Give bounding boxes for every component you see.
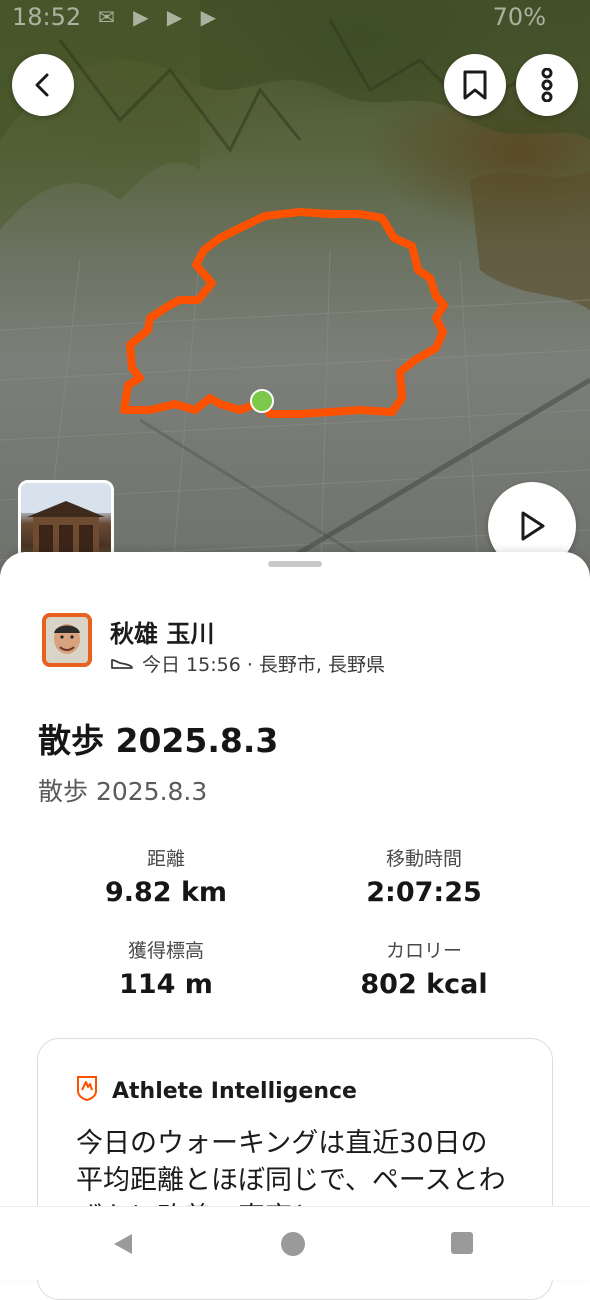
activity-description: 散歩 2025.8.3 [38, 777, 208, 806]
stat-calories: カロリー 802 kcal [294, 936, 554, 1000]
shoe-icon [111, 658, 133, 669]
avatar[interactable] [42, 613, 92, 667]
status-time: 18:52 [12, 3, 82, 31]
stat-value: 2:07:25 [366, 877, 482, 908]
start-marker [250, 389, 274, 413]
stat-elevation-gain: 獲得標高 114 m [36, 936, 296, 1000]
route-map[interactable]: 18:52 ✉ ▶ ▶ ▶ 70% [0, 0, 590, 600]
back-button[interactable] [12, 54, 74, 116]
play-icon [521, 511, 545, 541]
status-bar: 18:52 ✉ ▶ ▶ ▶ 70% [0, 0, 590, 34]
more-vertical-icon [541, 68, 553, 102]
bookmark-button[interactable] [444, 54, 506, 116]
activity-meta: 今日 15:56 · 長野市, 長野県 [110, 650, 385, 677]
athlete-name[interactable]: 秋雄 玉川 [110, 614, 214, 649]
battery-level: 70% [492, 3, 546, 31]
stat-label: 移動時間 [385, 848, 462, 870]
stat-value: 114 m [119, 969, 213, 1000]
more-options-button[interactable] [516, 54, 578, 116]
chevron-left-icon [35, 73, 49, 97]
athlete-avatar-image [42, 613, 92, 667]
stat-value: 802 kcal [360, 969, 488, 1000]
nav-back-icon[interactable] [110, 1231, 136, 1257]
notification-icons: ✉ ▶ ▶ ▶ [98, 5, 222, 29]
bookmark-icon [463, 70, 487, 100]
system-navigation-bar [0, 1206, 590, 1280]
activity-date-location: 今日 15:56 · 長野市, 長野県 [142, 654, 385, 676]
stat-label: 距離 [146, 848, 185, 870]
route-line [120, 208, 448, 418]
sheet-drag-handle[interactable] [268, 561, 322, 567]
nav-home-icon[interactable] [280, 1231, 306, 1257]
stat-distance: 距離 9.82 km [36, 844, 296, 908]
stat-label: カロリー [385, 940, 462, 962]
athlete-intelligence-icon [77, 1076, 97, 1101]
athlete-intelligence-title: Athlete Intelligence [112, 1079, 357, 1104]
stat-label: 獲得標高 [127, 940, 204, 962]
activity-title: 散歩 2025.8.3 [38, 721, 279, 760]
activity-details-sheet[interactable]: 秋雄 玉川 今日 15:56 · 長野市, 長野県 散歩 2025.8.3 散歩… [0, 552, 590, 1300]
stat-value: 9.82 km [104, 877, 228, 908]
stat-moving-time: 移動時間 2:07:25 [294, 844, 554, 908]
nav-recents-icon[interactable] [450, 1231, 474, 1255]
